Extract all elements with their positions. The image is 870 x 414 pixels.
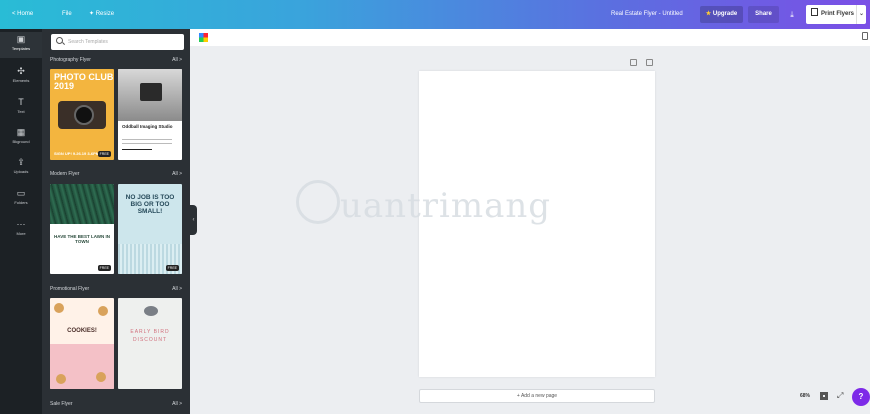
collapse-panel-handle[interactable]: ‹ [190, 205, 197, 235]
rail-label: More [16, 231, 26, 236]
thumb-title: HAVE THE BEST LAWN IN TOWN [54, 234, 110, 244]
top-bar: < Home File ✦ Resize Real Estate Flyer -… [0, 0, 870, 29]
watermark-logo: uantrimang [296, 178, 596, 238]
template-thumb-job[interactable]: NO JOB IS TOO BIG OR TOO SMALL! FREE [118, 184, 182, 274]
upgrade-label: Upgrade [712, 11, 738, 17]
text-icon: T [18, 97, 24, 107]
page-note-icon[interactable] [630, 59, 637, 66]
see-all-promotional[interactable]: All > [172, 286, 182, 292]
template-thumb-oddball[interactable]: Oddball Imaging Studio [118, 69, 182, 160]
rail-label: Text [17, 109, 25, 114]
rail-item-templates[interactable]: ▣ Templates [0, 32, 42, 58]
thumb-footer: SIGN UP! 9.26.19 3-6PM [54, 151, 100, 156]
bird-image [144, 306, 158, 316]
cookie-image [96, 372, 106, 382]
watermark-text: uantrimang [340, 186, 552, 226]
divider [122, 143, 172, 144]
rail-item-text[interactable]: T Text [0, 95, 42, 121]
lightbulb-icon [296, 180, 340, 224]
divider [122, 139, 172, 140]
home-button[interactable]: < Home [12, 0, 33, 29]
document-title[interactable]: Real Estate Flyer - Untitled [611, 0, 683, 29]
more-icon: ··· [16, 219, 26, 229]
see-all-modern[interactable]: All > [172, 171, 182, 177]
thumb-title: Oddball Imaging Studio [122, 124, 173, 129]
rail-label: Folders [14, 200, 28, 205]
rail-item-background[interactable]: ▦ Bkground [0, 125, 42, 151]
add-page-button[interactable]: + Add a new page [419, 389, 655, 403]
section-title-sale: Sale Flyer [50, 401, 73, 407]
divider [122, 149, 152, 150]
resize-button[interactable]: ✦ Resize [89, 0, 114, 29]
upgrade-button[interactable]: ★ Upgrade [700, 6, 743, 23]
cookie-image [54, 303, 64, 313]
studio-image [118, 69, 182, 121]
template-thumb-lawn[interactable]: HAVE THE BEST LAWN IN TOWN FREE [50, 184, 114, 274]
chevron-down-icon[interactable]: ⌄ [856, 5, 866, 24]
upload-icon: ⇪ [17, 157, 25, 167]
elements-icon: ✣ [17, 66, 25, 76]
share-button[interactable]: Share [748, 6, 779, 23]
template-thumb-early-bird[interactable]: EARLY BIRD DISCOUNT [118, 298, 182, 389]
side-rail: ▣ Templates ✣ Elements T Text ▦ Bkground… [0, 29, 42, 414]
duplicate-page-icon[interactable] [646, 59, 653, 66]
templates-panel: Search Templates Photography Flyer All >… [42, 29, 190, 414]
rail-item-uploads[interactable]: ⇪ Uploads [0, 155, 42, 181]
template-search-input[interactable]: Search Templates [51, 34, 184, 50]
thumb-title: EARLY BIRD DISCOUNT [130, 329, 170, 343]
see-all-photography[interactable]: All > [172, 57, 182, 63]
cookie-image [98, 306, 108, 316]
template-thumb-photo-club[interactable]: PHOTO CLUB 2019 SIGN UP! 9.26.19 3-6PM F… [50, 69, 114, 160]
free-badge: FREE [165, 265, 179, 271]
rail-label: Bkground [12, 139, 30, 144]
thumb-title: PHOTO CLUB 2019 [54, 72, 114, 91]
search-icon [56, 37, 63, 44]
file-menu[interactable]: File [62, 0, 72, 29]
fullscreen-icon[interactable]: ⤢ [837, 391, 843, 401]
zoom-level[interactable]: 68% [800, 393, 810, 399]
grass-image [50, 184, 114, 224]
section-title-modern: Modern Flyer [50, 171, 80, 177]
folder-icon: ▭ [16, 188, 26, 198]
search-placeholder: Search Templates [68, 39, 108, 45]
see-all-sale[interactable]: All > [172, 401, 182, 407]
rail-item-folders[interactable]: ▭ Folders [0, 186, 42, 212]
section-title-photography: Photography Flyer [50, 57, 91, 63]
rail-label: Templates [11, 46, 31, 51]
rail-label: Uploads [13, 169, 29, 174]
lens-image [74, 105, 94, 125]
free-badge: FREE [97, 151, 111, 157]
help-button[interactable]: ? [852, 388, 870, 406]
templates-icon: ▣ [16, 34, 26, 44]
printer-icon [811, 8, 818, 16]
rail-item-elements[interactable]: ✣ Elements [0, 64, 42, 90]
print-flyers-button[interactable]: Print Flyers ⌄ [806, 5, 866, 24]
download-icon[interactable]: ⤓ [783, 6, 801, 23]
cookie-image [56, 374, 66, 384]
background-icon: ▦ [16, 127, 26, 137]
star-icon: ★ [705, 11, 712, 17]
print-label: Print Flyers [821, 11, 855, 17]
thumb-title: COOKIES! [67, 328, 97, 334]
grid-view-icon[interactable] [820, 392, 828, 400]
free-badge: FREE [97, 265, 111, 271]
rail-label: Elements [12, 78, 30, 83]
color-picker-icon[interactable] [199, 33, 208, 42]
lock-icon[interactable] [862, 32, 868, 40]
section-title-promotional: Promotional Flyer [50, 286, 90, 292]
template-thumb-cookies[interactable]: COOKIES! [50, 298, 114, 389]
canvas-toolbar [190, 29, 870, 46]
rail-item-more[interactable]: ··· More [0, 217, 42, 243]
thumb-title: NO JOB IS TOO BIG OR TOO SMALL! [125, 194, 175, 215]
